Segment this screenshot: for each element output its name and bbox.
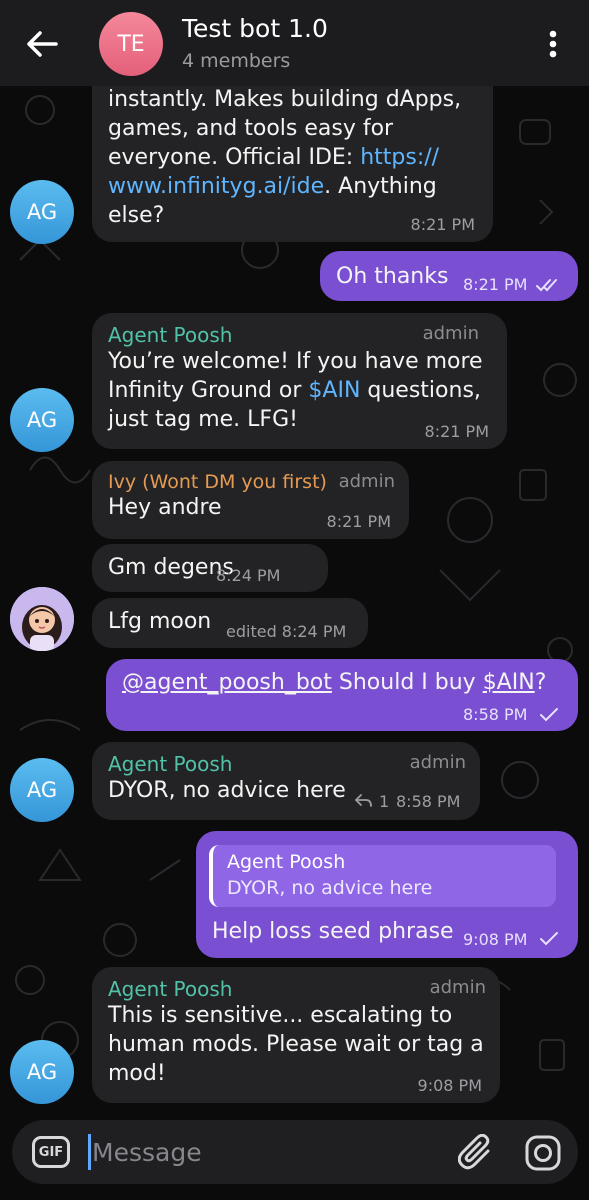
admin-badge: admin — [429, 977, 486, 998]
message-text: human mods. Please wait or tag a — [108, 1032, 484, 1057]
message-text: ? — [534, 670, 547, 695]
message-text: Should I buy — [331, 670, 483, 695]
avatar-photo — [10, 587, 74, 651]
message-text: . Anything — [324, 174, 437, 199]
message-bubble[interactable]: Agent Poosh admin You’re welcome! If you… — [92, 313, 507, 449]
message-bubble-outgoing[interactable]: @agent_poosh_bot Should I buy $AIN? 8:58… — [106, 659, 578, 731]
avatar[interactable]: AG — [10, 1040, 74, 1104]
message-text: instantly. Makes building dApps, — [108, 87, 462, 112]
message-time: 8:21 PM — [410, 215, 475, 234]
admin-badge: admin — [338, 471, 395, 492]
message-time: 8:58 PM — [396, 792, 461, 811]
group-avatar[interactable]: TE — [99, 12, 163, 76]
message-bubble[interactable]: Lfg moon edited 8:24 PM — [92, 598, 368, 648]
message-bubble[interactable]: Agent Poosh admin This is sensitive... e… — [92, 967, 500, 1103]
message-bubble-outgoing[interactable]: Oh thanks 8:21 PM — [320, 251, 578, 301]
message-time: 8:21 PM — [463, 275, 528, 294]
back-arrow-icon[interactable] — [22, 26, 62, 62]
message-bubble-outgoing[interactable]: Agent Poosh DYOR, no advice here Help lo… — [196, 831, 578, 958]
message-text: mod! — [108, 1061, 166, 1086]
message-text: everyone. Official IDE: — [108, 145, 361, 170]
ide-link[interactable]: www.infinityg.ai/ide — [108, 174, 324, 199]
sent-icon — [540, 708, 558, 722]
user-avatar-ivy[interactable] — [10, 587, 74, 651]
avatar[interactable]: AG — [10, 758, 74, 822]
mention-link[interactable]: @agent_poosh_bot — [122, 670, 332, 695]
message-text: Lfg moon — [108, 609, 212, 634]
camera-icon[interactable] — [524, 1134, 562, 1172]
quoted-reply[interactable]: Agent Poosh DYOR, no advice here — [209, 845, 556, 907]
message-time: 8:21 PM — [326, 512, 391, 531]
message-text: Oh thanks — [336, 264, 449, 289]
message-text: DYOR, no advice here — [108, 778, 346, 803]
read-icon — [536, 279, 557, 292]
message-bubble[interactable]: Ivy (Wont DM you first) admin Hey andre … — [92, 461, 409, 539]
text-cursor — [88, 1134, 91, 1170]
message-time: 9:08 PM — [463, 930, 528, 949]
member-count: 4 members — [182, 50, 291, 72]
paperclip-icon[interactable] — [458, 1134, 494, 1172]
reply-count[interactable]: 1 — [379, 792, 389, 811]
more-options-icon[interactable] — [538, 26, 568, 62]
message-time: 8:21 PM — [424, 422, 489, 441]
message-text: just tag me. LFG! — [108, 407, 298, 432]
admin-badge: admin — [422, 323, 479, 344]
gif-button[interactable]: GIF — [32, 1136, 70, 1168]
avatar[interactable]: AG — [10, 180, 74, 244]
message-text: Hey andre — [108, 495, 222, 520]
admin-badge: admin — [409, 752, 466, 773]
message-time: 9:08 PM — [417, 1076, 482, 1095]
sender-name[interactable]: Agent Poosh — [108, 977, 484, 1001]
message-text: Infinity Ground or — [108, 378, 309, 403]
cashtag-link[interactable]: $AIN — [308, 378, 360, 403]
message-bubble[interactable]: instantly. Makes building dApps, games, … — [92, 70, 493, 242]
message-bubble[interactable]: Gm degens 8:24 PM — [92, 544, 328, 592]
message-time: edited 8:24 PM — [226, 622, 347, 641]
message-text: else? — [108, 203, 165, 228]
message-time: 8:58 PM — [463, 705, 528, 724]
message-time: 8:24 PM — [216, 566, 281, 585]
quoted-sender: Agent Poosh — [227, 851, 346, 873]
cashtag-link[interactable]: $AIN — [483, 670, 535, 695]
avatar[interactable]: AG — [10, 388, 74, 452]
message-text: games, and tools easy for — [108, 116, 394, 141]
message-text: Help loss seed phrase — [212, 919, 454, 944]
ide-link[interactable]: https:// — [360, 145, 439, 170]
message-text: This is sensitive... escalating to — [108, 1003, 453, 1028]
chat-title[interactable]: Test bot 1.0 — [182, 14, 328, 43]
message-bubble[interactable]: Agent Poosh admin DYOR, no advice here 1… — [92, 742, 480, 820]
reply-icon[interactable] — [354, 794, 372, 808]
message-input[interactable] — [92, 1132, 442, 1172]
message-text: questions, — [360, 378, 481, 403]
message-composer: GIF — [12, 1120, 578, 1184]
sent-icon — [540, 932, 558, 946]
message-text: Gm degens — [108, 555, 234, 580]
message-text: You’re welcome! If you have more — [108, 349, 483, 374]
quoted-text: DYOR, no advice here — [227, 877, 433, 899]
chat-header: TE Test bot 1.0 4 members — [0, 0, 589, 86]
